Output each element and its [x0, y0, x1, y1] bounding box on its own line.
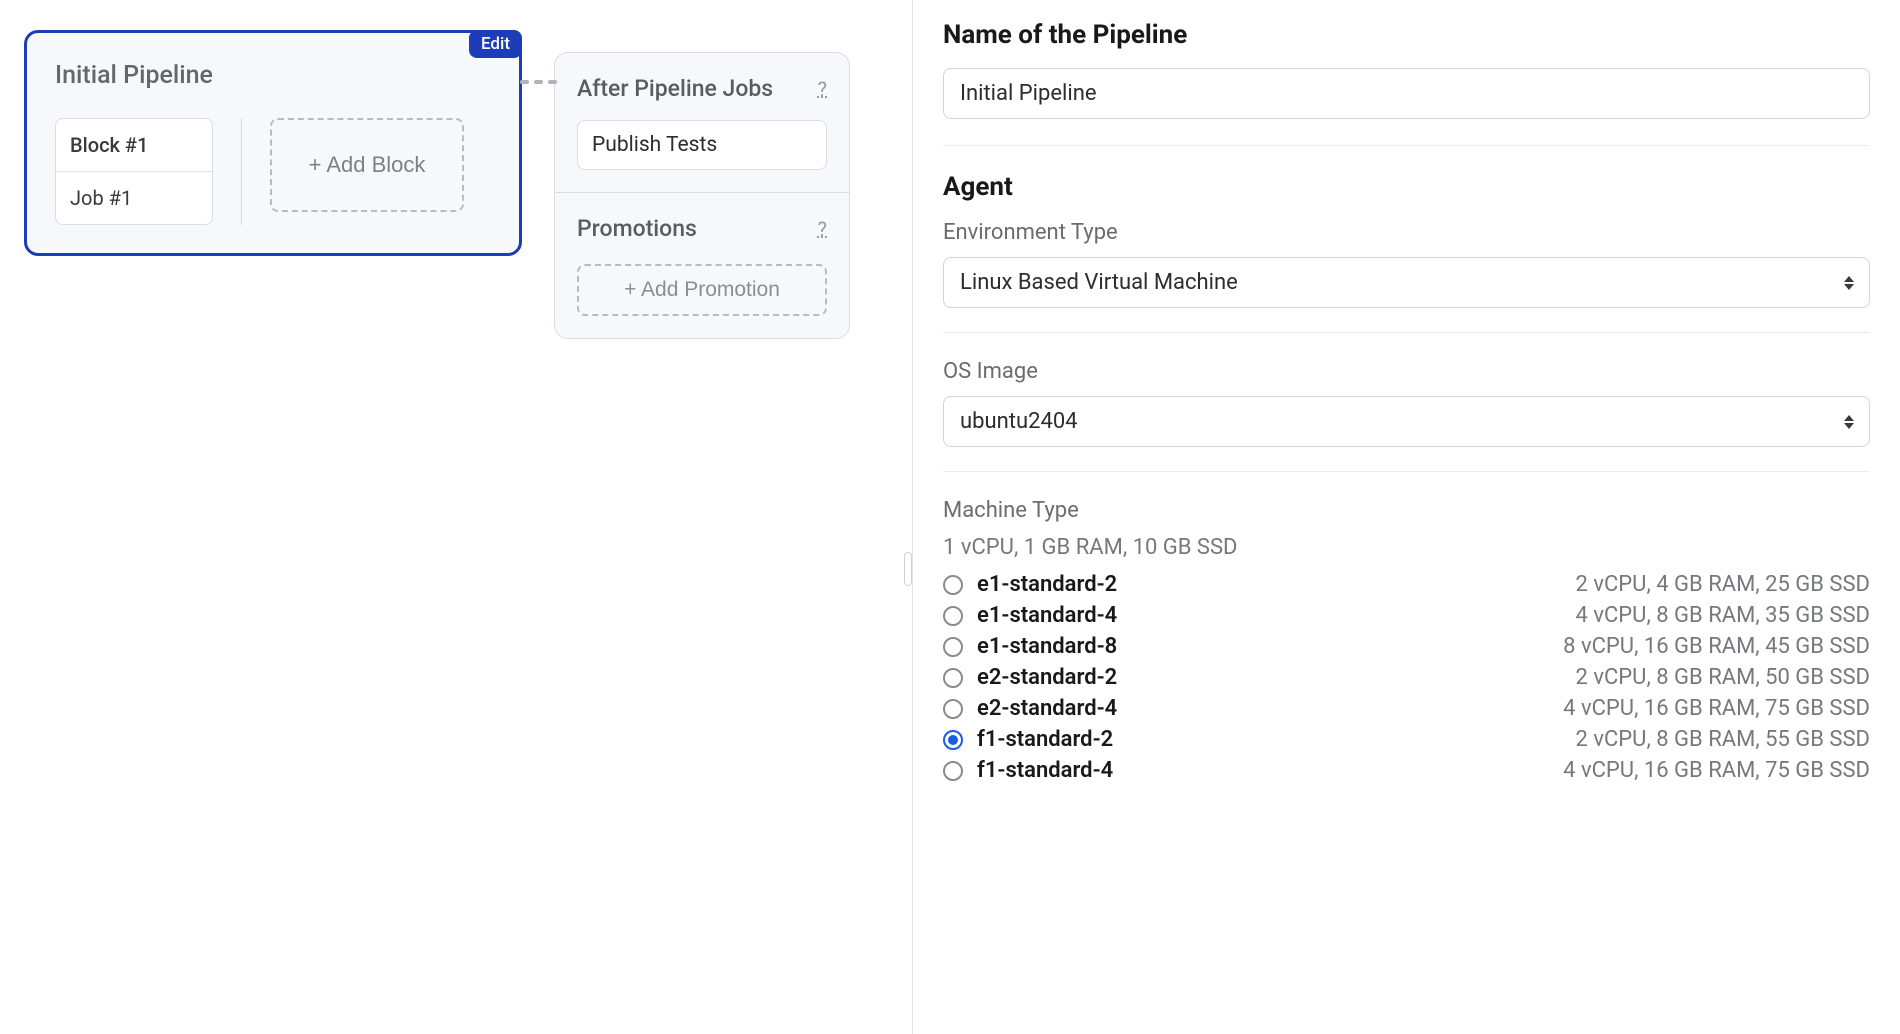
- machine-name: e1-standard-8: [977, 634, 1147, 659]
- canvas-pane: Edit Initial Pipeline Block #1 Job #1 + …: [0, 0, 912, 1034]
- machine-type-option[interactable]: f1-standard-2 2 vCPU, 8 GB RAM, 55 GB SSD: [943, 727, 1870, 752]
- pipeline-name-input[interactable]: [943, 68, 1870, 119]
- machine-spec: 2 vCPU, 8 GB RAM, 55 GB SSD: [1576, 727, 1871, 752]
- machine-type-option[interactable]: e1-standard-4 4 vCPU, 8 GB RAM, 35 GB SSD: [943, 603, 1870, 628]
- env-label: Environment Type: [943, 220, 1870, 245]
- block-header[interactable]: Block #1: [56, 119, 212, 172]
- pipeline-title: Initial Pipeline: [55, 61, 491, 90]
- machine-spec: 2 vCPU, 4 GB RAM, 25 GB SSD: [1576, 572, 1871, 597]
- block-card[interactable]: Block #1 Job #1: [55, 118, 213, 225]
- radio-icon[interactable]: [943, 668, 963, 688]
- env-field: Environment Type Linux Based Virtual Mac…: [943, 220, 1870, 308]
- machine-type-option[interactable]: e1-standard-8 8 vCPU, 16 GB RAM, 45 GB SS…: [943, 634, 1870, 659]
- os-label: OS Image: [943, 359, 1870, 384]
- os-field: OS Image ubuntu2404: [943, 359, 1870, 447]
- os-select[interactable]: ubuntu2404: [943, 396, 1870, 447]
- machine-label: Machine Type: [943, 498, 1870, 523]
- machine-type-option[interactable]: e2-standard-4 4 vCPU, 16 GB RAM, 75 GB SS…: [943, 696, 1870, 721]
- promotions-section: Promotions ? + Add Promotion: [555, 192, 849, 338]
- machine-name: e2-standard-4: [977, 696, 1147, 721]
- settings-pane: Name of the Pipeline Agent Environment T…: [912, 0, 1900, 1034]
- edit-badge[interactable]: Edit: [469, 30, 522, 58]
- machine-type-option[interactable]: f1-standard-4 4 vCPU, 16 GB RAM, 75 GB SS…: [943, 758, 1870, 783]
- radio-icon[interactable]: [943, 575, 963, 595]
- section-divider: [943, 145, 1870, 146]
- pipeline-connector: [520, 80, 557, 84]
- agent-heading: Agent: [943, 172, 1870, 202]
- machine-type-option[interactable]: e1-standard-2 2 vCPU, 4 GB RAM, 25 GB SSD: [943, 572, 1870, 597]
- after-jobs-header: After Pipeline Jobs ?: [577, 75, 827, 102]
- name-label: Name of the Pipeline: [943, 20, 1870, 50]
- machine-spec: 4 vCPU, 16 GB RAM, 75 GB SSD: [1563, 758, 1870, 783]
- help-icon[interactable]: ?: [818, 217, 827, 241]
- machine-summary: 1 vCPU, 1 GB RAM, 10 GB SSD: [943, 535, 1870, 560]
- machine-type-list: e1-standard-2 2 vCPU, 4 GB RAM, 25 GB SSD…: [943, 572, 1870, 783]
- machine-name: f1-standard-2: [977, 727, 1147, 752]
- after-jobs-title: After Pipeline Jobs: [577, 75, 773, 102]
- add-block-button[interactable]: + Add Block: [270, 118, 464, 212]
- block-job[interactable]: Job #1: [56, 172, 212, 224]
- side-stack: After Pipeline Jobs ? Publish Tests Prom…: [554, 52, 850, 339]
- machine-type-option[interactable]: e2-standard-2 2 vCPU, 8 GB RAM, 50 GB SSD: [943, 665, 1870, 690]
- pipeline-card[interactable]: Edit Initial Pipeline Block #1 Job #1 + …: [24, 30, 522, 256]
- radio-icon[interactable]: [943, 606, 963, 626]
- pane-resize-handle[interactable]: [904, 552, 912, 586]
- env-select[interactable]: Linux Based Virtual Machine: [943, 257, 1870, 308]
- radio-icon[interactable]: [943, 699, 963, 719]
- machine-name: e1-standard-4: [977, 603, 1147, 628]
- machine-spec: 4 vCPU, 16 GB RAM, 75 GB SSD: [1563, 696, 1870, 721]
- machine-spec: 8 vCPU, 16 GB RAM, 45 GB SSD: [1563, 634, 1870, 659]
- vertical-divider: [241, 118, 242, 225]
- help-icon[interactable]: ?: [818, 77, 827, 101]
- promotions-title: Promotions: [577, 215, 697, 242]
- machine-name: f1-standard-4: [977, 758, 1147, 783]
- radio-icon[interactable]: [943, 730, 963, 750]
- field-divider: [943, 332, 1870, 333]
- after-job-item[interactable]: Publish Tests: [577, 120, 827, 170]
- after-jobs-section: After Pipeline Jobs ? Publish Tests: [555, 53, 849, 192]
- radio-icon[interactable]: [943, 637, 963, 657]
- radio-icon[interactable]: [943, 761, 963, 781]
- add-promotion-button[interactable]: + Add Promotion: [577, 264, 827, 316]
- machine-spec: 4 vCPU, 8 GB RAM, 35 GB SSD: [1576, 603, 1871, 628]
- machine-name: e2-standard-2: [977, 665, 1147, 690]
- pipeline-row: Block #1 Job #1 + Add Block: [55, 118, 491, 225]
- machine-name: e1-standard-2: [977, 572, 1147, 597]
- field-divider: [943, 471, 1870, 472]
- promotions-header: Promotions ?: [577, 215, 827, 242]
- machine-spec: 2 vCPU, 8 GB RAM, 50 GB SSD: [1576, 665, 1871, 690]
